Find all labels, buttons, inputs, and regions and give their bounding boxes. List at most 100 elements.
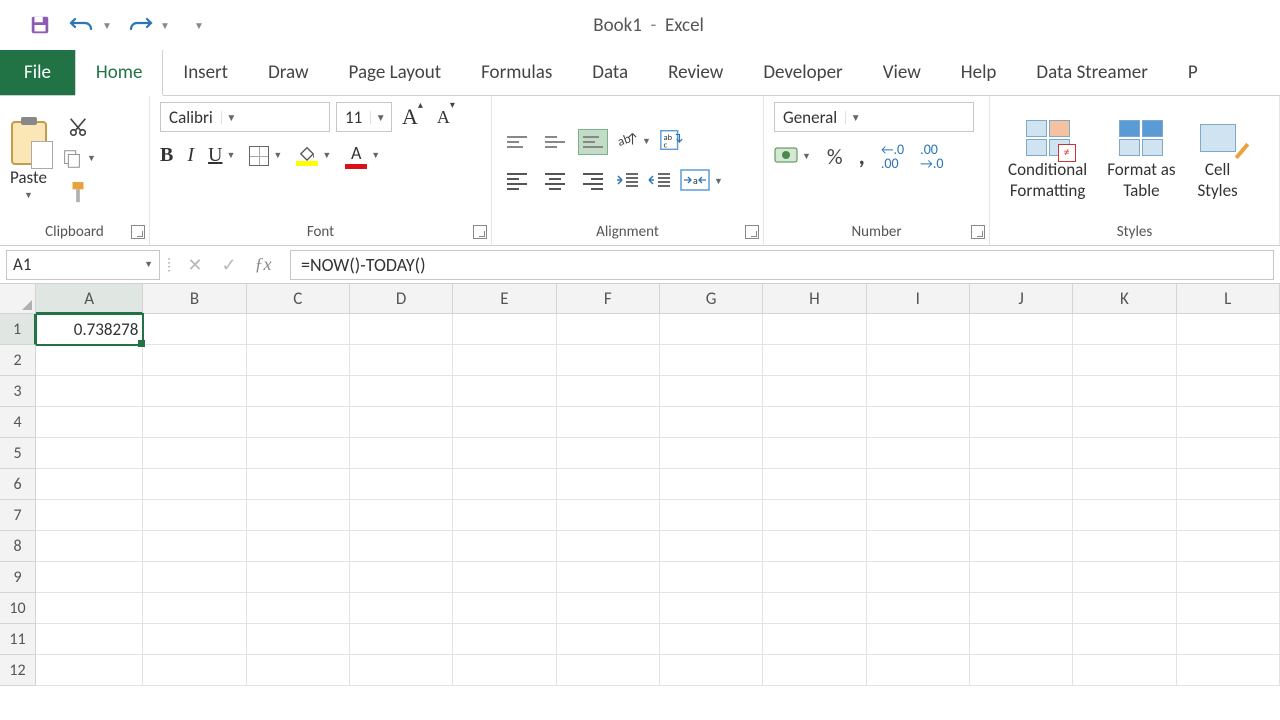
cell-C7[interactable] (247, 500, 350, 531)
column-header-D[interactable]: D (350, 284, 453, 314)
column-header-L[interactable]: L (1177, 284, 1280, 314)
redo-button[interactable] (126, 11, 154, 39)
cell-H3[interactable] (763, 376, 866, 407)
cell-H10[interactable] (763, 593, 866, 624)
undo-dropdown[interactable]: ▼ (102, 11, 112, 39)
select-all-corner[interactable] (0, 284, 36, 314)
column-header-G[interactable]: G (660, 284, 763, 314)
cell-C12[interactable] (247, 655, 350, 686)
redo-dropdown[interactable]: ▼ (160, 11, 170, 39)
cell-A5[interactable] (36, 438, 143, 469)
cell-D11[interactable] (350, 624, 453, 655)
cell-I5[interactable] (867, 438, 970, 469)
cell-B11[interactable] (143, 624, 246, 655)
column-header-H[interactable]: H (763, 284, 866, 314)
copy-dropdown[interactable]: ▼ (87, 153, 96, 164)
cell-E12[interactable] (453, 655, 556, 686)
insert-function-button[interactable]: ƒx (246, 250, 280, 280)
row-header-4[interactable]: 4 (0, 407, 36, 438)
cell-F2[interactable] (557, 345, 660, 376)
row-header-10[interactable]: 10 (0, 593, 36, 624)
cell-B1[interactable] (143, 314, 246, 345)
cell-C9[interactable] (247, 562, 350, 593)
align-bottom-button[interactable] (578, 129, 608, 155)
row-header-7[interactable]: 7 (0, 500, 36, 531)
cell-F11[interactable] (557, 624, 660, 655)
cell-D1[interactable] (350, 314, 453, 345)
cell-K11[interactable] (1073, 624, 1176, 655)
cell-F6[interactable] (557, 469, 660, 500)
cell-F7[interactable] (557, 500, 660, 531)
cell-H11[interactable] (763, 624, 866, 655)
cell-G11[interactable] (660, 624, 763, 655)
cell-A2[interactable] (36, 345, 143, 376)
cell-G5[interactable] (660, 438, 763, 469)
cell-F12[interactable] (557, 655, 660, 686)
cell-J11[interactable] (970, 624, 1073, 655)
cell-L5[interactable] (1177, 438, 1280, 469)
cell-H9[interactable] (763, 562, 866, 593)
cell-I11[interactable] (867, 624, 970, 655)
font-name-combo[interactable]: Calibri▼ (160, 102, 330, 132)
clipboard-launcher[interactable] (131, 225, 145, 239)
cell-J5[interactable] (970, 438, 1073, 469)
cell-E4[interactable] (453, 407, 556, 438)
cell-J2[interactable] (970, 345, 1073, 376)
cell-L3[interactable] (1177, 376, 1280, 407)
cell-styles-button[interactable]: Cell Styles (1188, 120, 1248, 201)
cell-L10[interactable] (1177, 593, 1280, 624)
underline-button[interactable]: U (208, 144, 222, 167)
cell-C8[interactable] (247, 531, 350, 562)
cell-G1[interactable] (660, 314, 763, 345)
cell-E9[interactable] (453, 562, 556, 593)
cell-G2[interactable] (660, 345, 763, 376)
decrease-indent-button[interactable] (616, 170, 640, 194)
cell-E2[interactable] (453, 345, 556, 376)
row-header-8[interactable]: 8 (0, 531, 36, 562)
conditional-formatting-button[interactable]: ≠ Conditional Formatting (1000, 120, 1095, 201)
cell-D9[interactable] (350, 562, 453, 593)
cell-A6[interactable] (36, 469, 143, 500)
cell-C2[interactable] (247, 345, 350, 376)
cell-C5[interactable] (247, 438, 350, 469)
row-header-6[interactable]: 6 (0, 469, 36, 500)
cell-E8[interactable] (453, 531, 556, 562)
cell-C10[interactable] (247, 593, 350, 624)
cell-G4[interactable] (660, 407, 763, 438)
cell-A10[interactable] (36, 593, 143, 624)
cell-C4[interactable] (247, 407, 350, 438)
cell-F5[interactable] (557, 438, 660, 469)
cell-K4[interactable] (1073, 407, 1176, 438)
tab-page-layout[interactable]: Page Layout (329, 50, 462, 95)
percent-button[interactable]: % (827, 143, 843, 170)
cell-K5[interactable] (1073, 438, 1176, 469)
row-header-5[interactable]: 5 (0, 438, 36, 469)
fill-color-button[interactable] (296, 145, 318, 166)
cell-B8[interactable] (143, 531, 246, 562)
font-color-button[interactable]: A (345, 142, 367, 169)
decrease-decimal-button[interactable]: .00→.0 (920, 143, 943, 171)
cell-I6[interactable] (867, 469, 970, 500)
cell-E6[interactable] (453, 469, 556, 500)
tab-view[interactable]: View (863, 50, 941, 95)
cell-E7[interactable] (453, 500, 556, 531)
cell-I8[interactable] (867, 531, 970, 562)
alignment-launcher[interactable] (745, 225, 759, 239)
cell-L1[interactable] (1177, 314, 1280, 345)
merge-center-button[interactable]: a (680, 169, 710, 195)
cell-B3[interactable] (143, 376, 246, 407)
wrap-text-button[interactable]: abc (659, 127, 685, 157)
format-painter-button[interactable] (67, 180, 89, 206)
cell-B10[interactable] (143, 593, 246, 624)
cell-F8[interactable] (557, 531, 660, 562)
cell-E11[interactable] (453, 624, 556, 655)
cell-J1[interactable] (970, 314, 1073, 345)
tab-formulas[interactable]: Formulas (461, 50, 572, 95)
cell-A4[interactable] (36, 407, 143, 438)
row-header-3[interactable]: 3 (0, 376, 36, 407)
cell-J9[interactable] (970, 562, 1073, 593)
cell-L9[interactable] (1177, 562, 1280, 593)
row-header-2[interactable]: 2 (0, 345, 36, 376)
increase-decimal-button[interactable]: ←.0.00 (881, 143, 904, 171)
cell-K6[interactable] (1073, 469, 1176, 500)
